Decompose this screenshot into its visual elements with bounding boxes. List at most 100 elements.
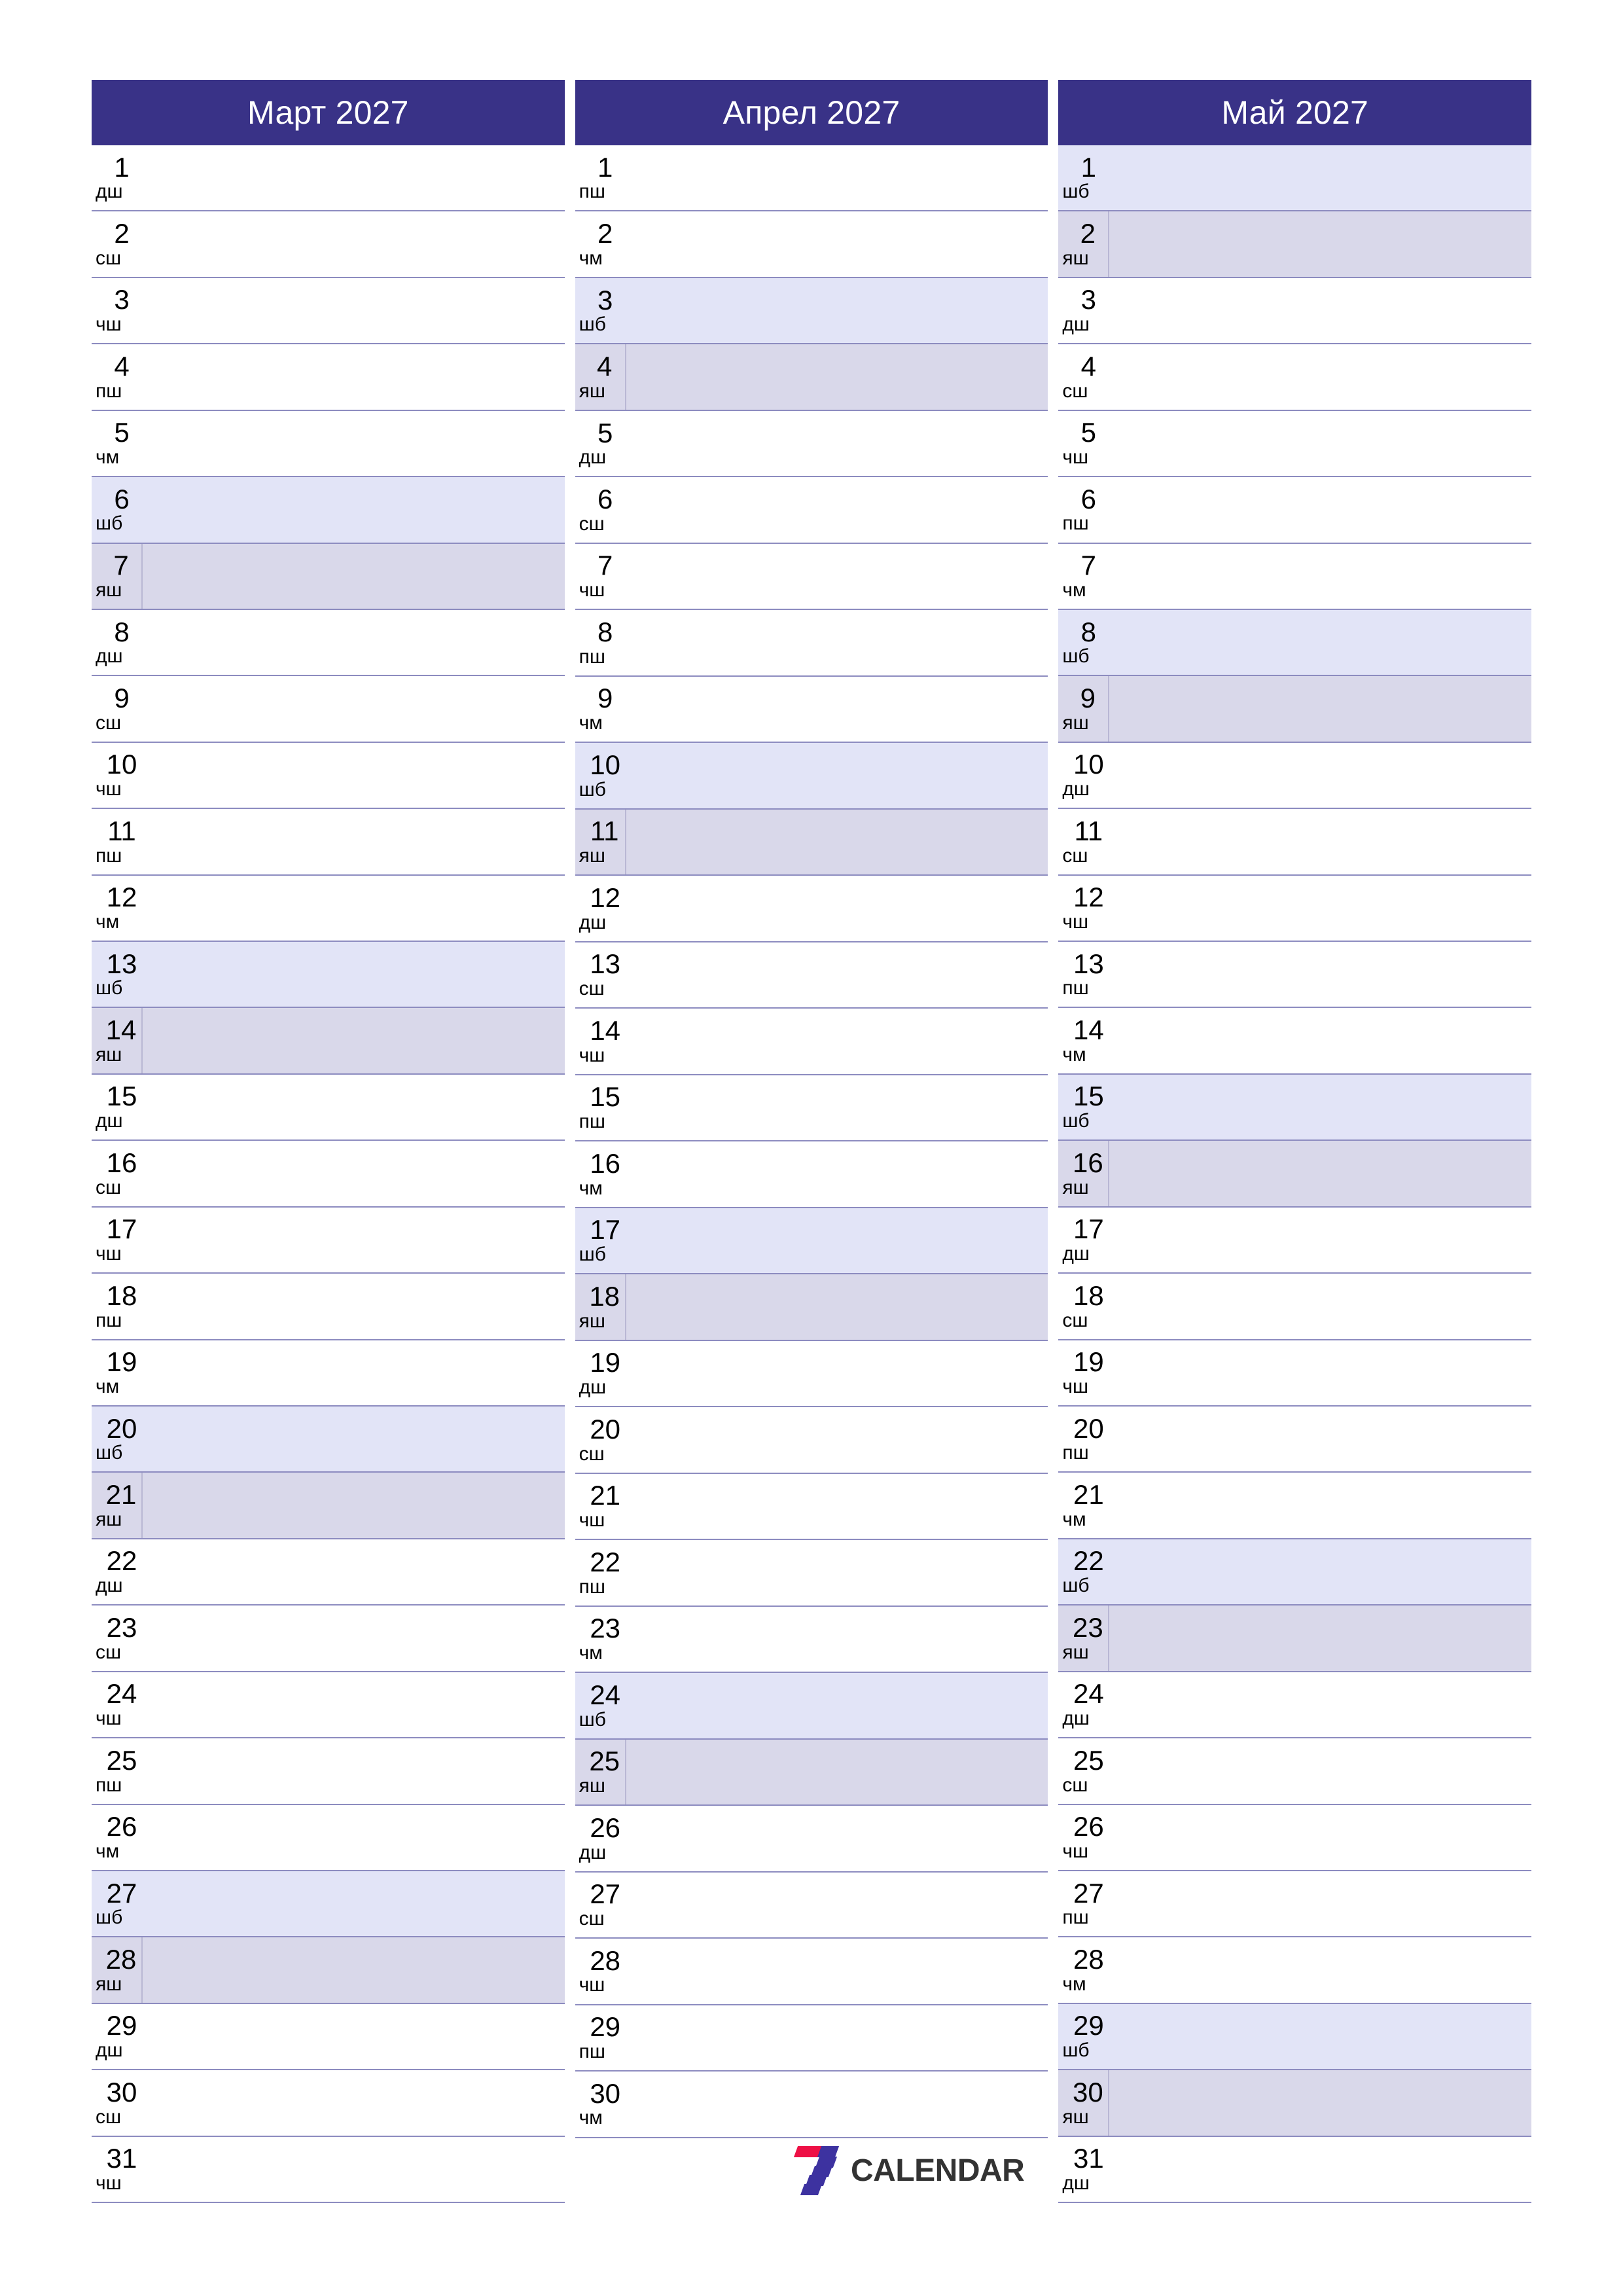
day-notes-area[interactable] [143, 1738, 565, 1803]
day-notes-area[interactable] [1109, 809, 1531, 874]
day-row[interactable]: 12 чш [1058, 876, 1532, 942]
day-row[interactable]: 27 пш [1058, 1871, 1532, 1938]
day-row[interactable]: 9 чм [575, 677, 1048, 744]
day-notes-area[interactable] [626, 344, 1048, 409]
day-notes-area[interactable] [143, 1208, 565, 1272]
day-notes-area[interactable] [626, 1474, 1048, 1539]
day-row[interactable]: 6 сш [575, 477, 1048, 544]
day-row[interactable]: 10 дш [1058, 743, 1532, 810]
day-row[interactable]: 14 чм [1058, 1008, 1532, 1075]
day-row[interactable]: 13 шб [92, 942, 565, 1009]
day-notes-area[interactable] [1109, 145, 1531, 210]
day-notes-area[interactable] [143, 2004, 565, 2069]
day-notes-area[interactable] [1109, 876, 1531, 941]
day-notes-area[interactable] [626, 145, 1048, 210]
day-row[interactable]: 1 шб [1058, 145, 1532, 212]
day-row[interactable]: 2 яш [1058, 211, 1532, 278]
day-notes-area[interactable] [143, 743, 565, 808]
day-row[interactable]: 20 сш [575, 1407, 1048, 1474]
day-notes-area[interactable] [143, 676, 565, 741]
day-row[interactable]: 30 чм [575, 2072, 1048, 2138]
day-notes-area[interactable] [1109, 278, 1531, 343]
day-row[interactable]: 15 шб [1058, 1074, 1532, 1141]
day-row[interactable]: 12 чм [92, 876, 565, 942]
day-row[interactable]: 9 яш [1058, 676, 1532, 743]
day-notes-area[interactable] [626, 2072, 1048, 2136]
day-row[interactable]: 2 сш [92, 211, 565, 278]
day-row[interactable]: 11 яш [575, 809, 1048, 876]
day-row[interactable]: 20 пш [1058, 1407, 1532, 1473]
day-notes-area[interactable] [626, 1939, 1048, 2003]
day-notes-area[interactable] [626, 942, 1048, 1007]
day-notes-area[interactable] [143, 1805, 565, 1870]
day-notes-area[interactable] [1109, 1274, 1531, 1338]
day-row[interactable]: 3 шб [575, 278, 1048, 345]
day-notes-area[interactable] [1109, 1008, 1531, 1073]
day-row[interactable]: 3 чш [92, 278, 565, 345]
day-notes-area[interactable] [143, 1937, 565, 2002]
day-notes-area[interactable] [1109, 477, 1531, 542]
day-row[interactable]: 11 пш [92, 809, 565, 876]
day-notes-area[interactable] [143, 1605, 565, 1670]
day-notes-area[interactable] [1109, 1208, 1531, 1272]
day-row[interactable]: 19 дш [575, 1341, 1048, 1408]
day-notes-area[interactable] [626, 1607, 1048, 1672]
day-row[interactable]: 31 дш [1058, 2137, 1532, 2204]
day-notes-area[interactable] [1109, 2137, 1531, 2202]
day-row[interactable]: 14 чш [575, 1009, 1048, 1075]
day-notes-area[interactable] [1109, 676, 1531, 741]
day-notes-area[interactable] [626, 743, 1048, 808]
day-row[interactable]: 13 пш [1058, 942, 1532, 1009]
day-row[interactable]: 25 сш [1058, 1738, 1532, 1805]
day-row[interactable]: 7 чм [1058, 544, 1532, 610]
day-row[interactable]: 15 пш [575, 1075, 1048, 1142]
day-row[interactable]: 16 чм [575, 1141, 1048, 1208]
day-notes-area[interactable] [1109, 1075, 1531, 1139]
day-row[interactable]: 28 яш [92, 1937, 565, 2004]
day-notes-area[interactable] [1109, 1340, 1531, 1405]
day-notes-area[interactable] [626, 211, 1048, 276]
day-row[interactable]: 24 чш [92, 1672, 565, 1739]
day-notes-area[interactable] [626, 477, 1048, 542]
day-row[interactable]: 24 дш [1058, 1672, 1532, 1739]
day-notes-area[interactable] [1109, 2004, 1531, 2069]
day-row[interactable]: 4 сш [1058, 344, 1532, 411]
day-notes-area[interactable] [626, 677, 1048, 742]
day-notes-area[interactable] [143, 477, 565, 542]
day-notes-area[interactable] [143, 809, 565, 874]
day-notes-area[interactable] [626, 278, 1048, 343]
day-notes-area[interactable] [143, 942, 565, 1007]
day-notes-area[interactable] [1109, 1473, 1531, 1537]
day-row[interactable]: 21 чш [575, 1474, 1048, 1541]
day-notes-area[interactable] [1109, 211, 1531, 276]
day-row[interactable]: 4 пш [92, 344, 565, 411]
day-notes-area[interactable] [626, 1806, 1048, 1871]
day-row[interactable]: 21 чм [1058, 1473, 1532, 1539]
day-row[interactable]: 13 сш [575, 942, 1048, 1009]
day-notes-area[interactable] [1109, 1407, 1531, 1471]
day-notes-area[interactable] [1109, 942, 1531, 1007]
day-row[interactable]: 20 шб [92, 1407, 565, 1473]
day-row[interactable]: 30 сш [92, 2070, 565, 2137]
day-notes-area[interactable] [626, 810, 1048, 874]
day-notes-area[interactable] [1109, 1605, 1531, 1670]
day-row[interactable]: 7 яш [92, 543, 565, 610]
day-row[interactable]: 16 сш [92, 1141, 565, 1208]
day-row[interactable]: 18 пш [92, 1274, 565, 1340]
day-row[interactable]: 23 чм [575, 1607, 1048, 1674]
day-row[interactable]: 11 сш [1058, 809, 1532, 876]
day-notes-area[interactable] [626, 876, 1048, 941]
day-row[interactable]: 16 яш [1058, 1141, 1532, 1208]
day-notes-area[interactable] [626, 1341, 1048, 1406]
day-row[interactable]: 8 шб [1058, 609, 1532, 677]
day-row[interactable]: 21 яш [92, 1473, 565, 1539]
day-notes-area[interactable] [143, 876, 565, 941]
day-notes-area[interactable] [143, 1008, 565, 1073]
day-notes-area[interactable] [626, 1740, 1048, 1804]
day-notes-area[interactable] [1109, 544, 1531, 609]
day-notes-area[interactable] [626, 1208, 1048, 1273]
day-notes-area[interactable] [1109, 1672, 1531, 1737]
day-notes-area[interactable] [143, 1407, 565, 1471]
day-row[interactable]: 18 яш [575, 1274, 1048, 1341]
day-row[interactable]: 5 чм [92, 411, 565, 478]
